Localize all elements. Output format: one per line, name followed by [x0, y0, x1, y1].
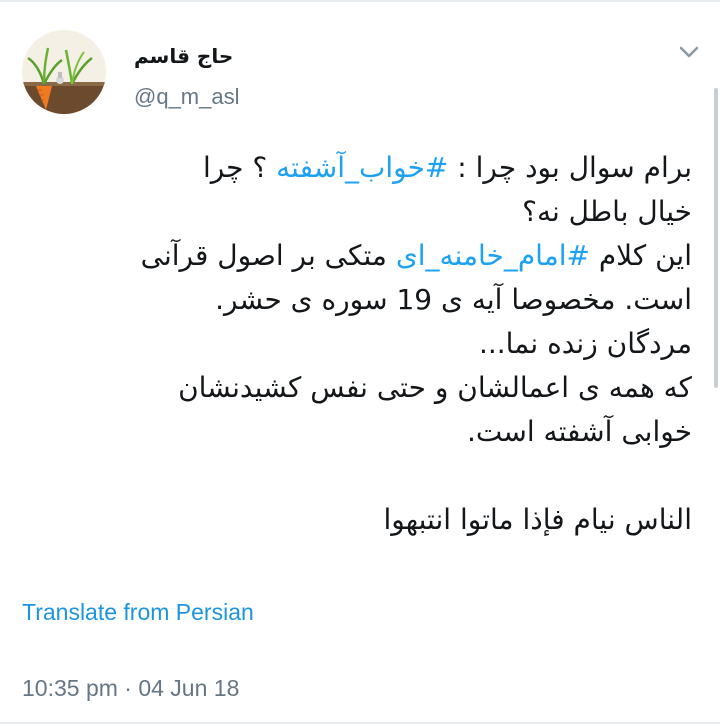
top-divider	[0, 0, 720, 2]
tweet-line: برام سوال بود چرا : #خواب_آشفته ؟ چرا	[202, 151, 692, 184]
tweet-line: است. مخصوصا آیه ی 19 سوره ی حشر.	[215, 283, 692, 316]
tweet-line: خوابی آشفته است.	[467, 415, 692, 448]
scrollbar[interactable]	[714, 88, 718, 388]
line-break	[130, 454, 692, 498]
tweet-line: مردگان زنده نما...	[478, 327, 692, 360]
tweet-text: برام سوال بود چرا : #خواب_آشفته ؟ چرا خی…	[130, 146, 692, 542]
tweet-line: خیال باطل نه؟	[522, 195, 692, 228]
tweet-line: الناس نیام فإذا ماتوا انتبهوا	[383, 503, 692, 536]
translate-link[interactable]: Translate from Persian	[22, 599, 254, 626]
user-handle[interactable]: @q_m_asl	[134, 84, 240, 110]
tweet-timestamp[interactable]: 10:35 pm · 04 Jun 18	[22, 675, 239, 702]
tweet-line: این کلام #امام_خامنه_ای متکی بر اصول قرآ…	[140, 239, 692, 272]
avatar[interactable]	[22, 30, 106, 114]
chevron-down-icon[interactable]	[678, 44, 700, 60]
hashtag-link[interactable]: #خواب_آشفته	[276, 151, 448, 184]
hashtag-link[interactable]: #امام_خامنه_ای	[396, 239, 590, 272]
tweet-line: که همه ی اعمالشان و حتی نفس کشیدنشان	[178, 371, 692, 404]
carrot-plant-avatar-icon	[22, 30, 106, 114]
bottom-divider	[0, 722, 720, 724]
display-name[interactable]: حاج قاسم	[134, 44, 233, 68]
